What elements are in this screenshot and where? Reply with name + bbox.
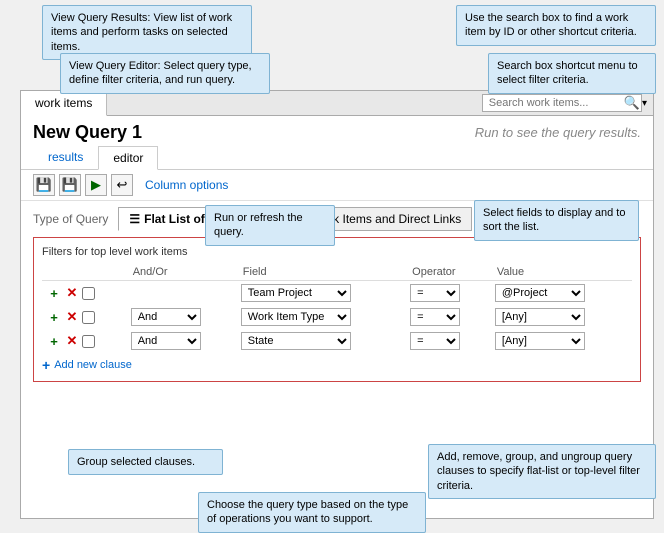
row-actions: + ✕: [46, 285, 123, 301]
row-checkbox[interactable]: [82, 287, 95, 300]
col-andor: And/Or: [127, 264, 237, 281]
delete-row-button[interactable]: ✕: [64, 333, 80, 349]
operator-select[interactable]: = != < >: [410, 284, 460, 302]
flat-list-icon: ☰: [129, 212, 140, 226]
value-select[interactable]: @Project [Any]: [495, 284, 585, 302]
callout-add-remove: Add, remove, group, and ungroup query cl…: [428, 444, 656, 499]
run-button[interactable]: ▶: [85, 174, 107, 196]
add-clause-row[interactable]: + Add new clause: [42, 357, 632, 373]
callout-search-box: Use the search box to find a work item b…: [456, 5, 656, 46]
andor-select[interactable]: And Or: [131, 332, 201, 350]
row-checkbox[interactable]: [82, 335, 95, 348]
value-select[interactable]: [Any] @Project: [495, 332, 585, 350]
callout-view-results: View Query Results: View list of work it…: [42, 5, 252, 60]
add-clause-label: Add new clause: [54, 359, 132, 371]
sub-tabs: results editor: [21, 145, 653, 170]
col-actions: [42, 264, 127, 281]
callout-run-refresh: Run or refresh the query.: [205, 205, 335, 246]
save-as-button[interactable]: 💾: [59, 174, 81, 196]
filter-title: Filters for top level work items: [42, 246, 632, 258]
search-input[interactable]: [482, 94, 642, 112]
tab-bar: work items 🔍 ▾: [21, 91, 653, 116]
filter-table: And/Or Field Operator Value + ✕: [42, 264, 632, 353]
search-bar: 🔍 ▾: [476, 91, 653, 115]
andor-select[interactable]: And Or: [131, 308, 201, 326]
save-button[interactable]: 💾: [33, 174, 55, 196]
row-actions: + ✕: [46, 333, 123, 349]
add-row-button[interactable]: +: [46, 309, 62, 325]
undo-button[interactable]: ↩: [111, 174, 133, 196]
delete-row-button[interactable]: ✕: [64, 309, 80, 325]
add-clause-plus-icon: +: [42, 357, 50, 373]
run-hint: Run to see the query results.: [475, 125, 641, 140]
column-options-label[interactable]: Column options: [145, 178, 228, 192]
tab-editor[interactable]: editor: [98, 146, 158, 170]
table-row: + ✕ Team Project Work Item Type State: [42, 281, 632, 306]
query-type-label: Type of Query: [33, 212, 108, 226]
add-row-button[interactable]: +: [46, 285, 62, 301]
operator-select[interactable]: = !=: [410, 308, 460, 326]
callout-group-clauses: Group selected clauses.: [68, 449, 223, 475]
field-select[interactable]: Team Project Work Item Type State: [241, 284, 351, 302]
search-icon[interactable]: 🔍: [624, 95, 640, 111]
tab-work-items[interactable]: work items: [21, 91, 107, 116]
title-row: New Query 1 Run to see the query results…: [21, 116, 653, 145]
query-title: New Query 1: [33, 122, 142, 143]
callout-view-editor: View Query Editor: Select query type, de…: [60, 53, 270, 94]
callout-column-options: Select fields to display and to sort the…: [474, 200, 639, 241]
value-select[interactable]: [Any] @Project: [495, 308, 585, 326]
operator-select[interactable]: = !=: [410, 332, 460, 350]
add-row-button[interactable]: +: [46, 333, 62, 349]
toolbar: 💾 💾 ▶ ↩ Column options: [21, 170, 653, 201]
field-select[interactable]: State Team Project Work Item Type: [241, 332, 351, 350]
col-val: Value: [491, 264, 632, 281]
tab-results[interactable]: results: [33, 145, 98, 169]
search-dropdown-icon[interactable]: ▾: [642, 98, 647, 109]
row-actions: + ✕: [46, 309, 123, 325]
table-row: + ✕ And Or State Te: [42, 329, 632, 353]
row-checkbox[interactable]: [82, 311, 95, 324]
col-field: Field: [237, 264, 406, 281]
callout-query-type: Choose the query type based on the type …: [198, 492, 426, 533]
filter-section: Filters for top level work items And/Or …: [33, 237, 641, 382]
delete-row-button[interactable]: ✕: [64, 285, 80, 301]
table-row: + ✕ And Or Work Item Type: [42, 305, 632, 329]
callout-search-shortcut: Search box shortcut menu to select filte…: [488, 53, 656, 94]
field-select[interactable]: Work Item Type Team Project State: [241, 308, 351, 326]
col-op: Operator: [406, 264, 491, 281]
